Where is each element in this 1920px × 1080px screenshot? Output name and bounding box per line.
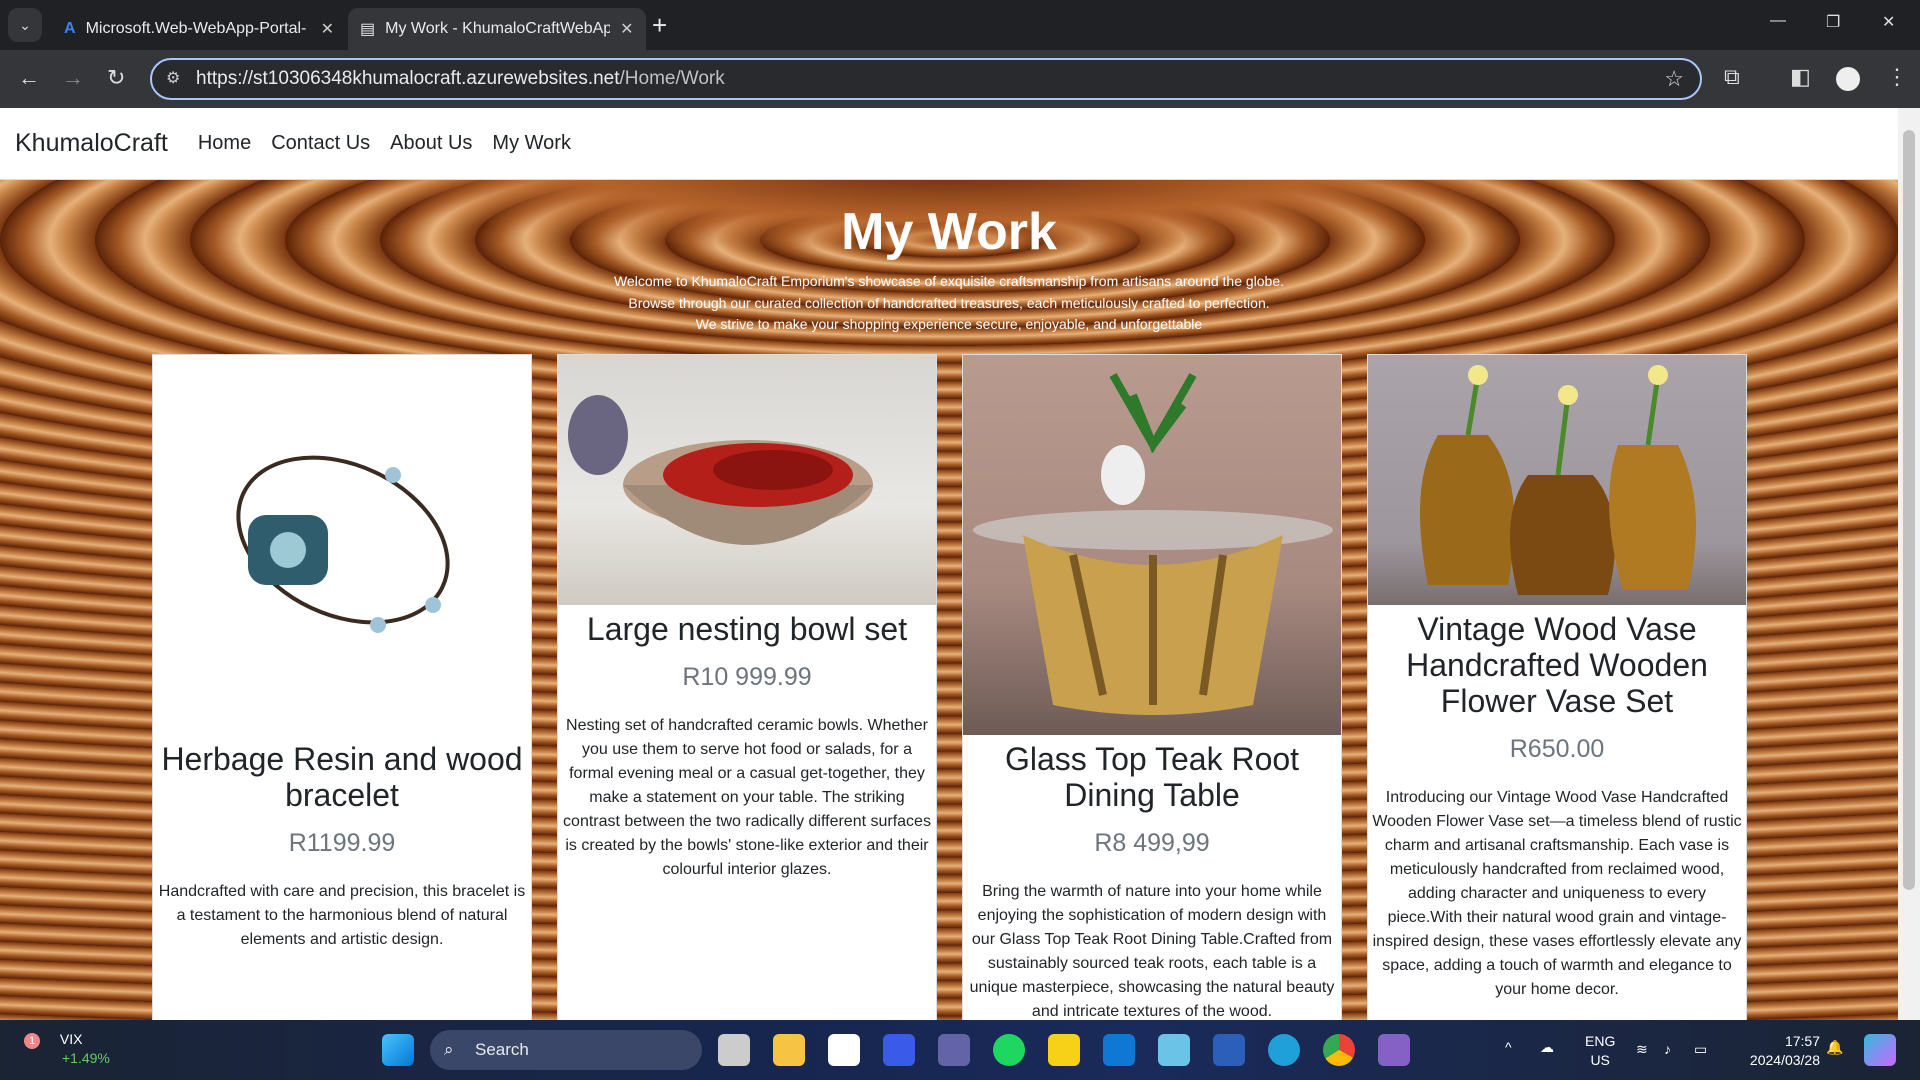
task-view-icon[interactable] (718, 1034, 750, 1066)
search-icon: ⌕ (444, 1040, 454, 1059)
product-description: Introducing our Vintage Wood Vase Handcr… (1372, 789, 1742, 998)
site-info-icon[interactable]: ⚙ (166, 60, 180, 98)
app-icon[interactable] (883, 1034, 915, 1066)
web-page: KhumaloCraft Home Contact Us About Us My… (0, 108, 1898, 1020)
volume-icon[interactable]: ♪ (1664, 1040, 1671, 1059)
product-price: R10 999.99 (682, 663, 812, 691)
product-price: R650.00 (1509, 735, 1605, 763)
edge-icon[interactable] (1268, 1034, 1300, 1066)
tab-search-button[interactable]: ⌄ (8, 8, 42, 42)
file-explorer-icon[interactable] (773, 1034, 805, 1066)
bookmark-star-icon[interactable]: ☆ (1664, 60, 1684, 98)
product-image-wood-vases (1368, 355, 1746, 605)
hero-section: My Work Welcome to KhumaloCraft Emporium… (0, 180, 1898, 1020)
product-card[interactable]: Vintage Wood Vase Handcrafted Wooden Flo… (1367, 354, 1747, 1020)
page-scrollbar[interactable] (1898, 108, 1920, 1020)
outlook-icon[interactable] (1103, 1034, 1135, 1066)
product-price: R1199.99 (288, 829, 396, 857)
nav-my-work[interactable]: My Work (492, 132, 571, 155)
windows-start-icon[interactable] (382, 1034, 414, 1066)
chrome-icon[interactable] (1323, 1034, 1355, 1066)
product-card[interactable]: Glass Top Teak Root Dining Table R8 499,… (962, 354, 1342, 1020)
show-hidden-icons[interactable]: ^ (1505, 1038, 1512, 1057)
stock-badge: 1 (24, 1033, 40, 1049)
word-icon[interactable] (1213, 1034, 1245, 1066)
address-bar[interactable]: ⚙ https://st10306348khumalocraft.azurewe… (150, 58, 1702, 100)
page-title: My Work (841, 203, 1057, 261)
browser-tab-bar: ⌄ A Microsoft.Web-WebApp-Portal- ✕ ▤ My … (0, 0, 1920, 50)
copilot-icon[interactable] (1864, 1034, 1896, 1066)
side-panel-icon[interactable]: ◧ (1790, 64, 1811, 90)
azure-icon: A (64, 20, 76, 37)
product-card[interactable]: Herbage Resin and wood bracelet R1199.99… (152, 354, 532, 1020)
page-icon: ▤ (360, 21, 376, 38)
restore-button[interactable]: ❐ (1826, 12, 1840, 32)
profile-avatar[interactable] (1836, 67, 1860, 91)
product-description: Handcrafted with care and precision, thi… (158, 883, 526, 948)
product-price: R8 499,99 (1094, 829, 1210, 857)
product-description: Nesting set of handcrafted ceramic bowls… (563, 717, 931, 878)
product-image-bowls (558, 355, 936, 605)
product-image-bracelet (153, 355, 531, 735)
language-indicator[interactable]: ENG US (1585, 1032, 1615, 1070)
scrollbar-thumb[interactable] (1903, 130, 1915, 890)
product-image-teak-table (963, 355, 1341, 735)
nav-about-us[interactable]: About Us (390, 132, 472, 155)
onedrive-icon[interactable]: ☁ (1540, 1038, 1554, 1057)
nav-contact-us[interactable]: Contact Us (271, 132, 370, 155)
forward-icon[interactable]: → (62, 65, 84, 91)
windows-taskbar: 1 VIX +1.49% ⌕ Search ^ ☁ ENG US ≋ ♪ ▭ 17:… (0, 1020, 1920, 1080)
wifi-icon[interactable]: ≋ (1636, 1040, 1648, 1059)
taskbar-search[interactable]: ⌕ Search (430, 1030, 702, 1070)
sticky-notes-icon[interactable] (1048, 1034, 1080, 1066)
minimize-button[interactable]: — (1770, 12, 1786, 30)
teams-icon[interactable] (938, 1034, 970, 1066)
address-toolbar: ← → ↻ ⚙ https://st10306348khumalocraft.a… (0, 50, 1920, 108)
notification-bell-icon[interactable]: 🔔 (1826, 1038, 1843, 1057)
close-window-button[interactable]: ✕ (1882, 12, 1895, 32)
nav-home[interactable]: Home (198, 132, 251, 155)
close-tab-icon[interactable]: ✕ (321, 19, 334, 39)
spotify-icon[interactable] (993, 1034, 1025, 1066)
product-card[interactable]: Large nesting bowl set R10 999.99 Nestin… (557, 354, 937, 1020)
microsoft-store-icon[interactable] (828, 1034, 860, 1066)
menu-icon[interactable]: ⋮ (1886, 64, 1908, 90)
intro-text: Welcome to KhumaloCraft Emporium's showc… (613, 273, 1285, 332)
site-navbar: KhumaloCraft Home Contact Us About Us My… (0, 108, 1898, 180)
new-tab-button[interactable]: + (652, 10, 667, 41)
tab-azure-portal[interactable]: A Microsoft.Web-WebApp-Portal- ✕ (52, 8, 346, 50)
battery-icon[interactable]: ▭ (1694, 1040, 1707, 1059)
close-tab-icon[interactable]: ✕ (620, 19, 633, 39)
visual-studio-icon[interactable] (1378, 1034, 1410, 1066)
brand-link[interactable]: KhumaloCraft (15, 129, 168, 158)
extensions-icon[interactable]: ⧉ (1724, 64, 1740, 90)
reload-icon[interactable]: ↻ (107, 65, 125, 91)
notepad-icon[interactable] (1158, 1034, 1190, 1066)
product-description: Bring the warmth of nature into your hom… (969, 883, 1335, 1020)
clock[interactable]: 17:57 2024/03/28 (1736, 1032, 1820, 1070)
tab-my-work[interactable]: ▤ My Work - KhumaloCraftWebApp ✕ (348, 8, 646, 50)
back-icon[interactable]: ← (18, 65, 40, 91)
stock-widget[interactable]: 1 VIX +1.49% (24, 1030, 110, 1068)
